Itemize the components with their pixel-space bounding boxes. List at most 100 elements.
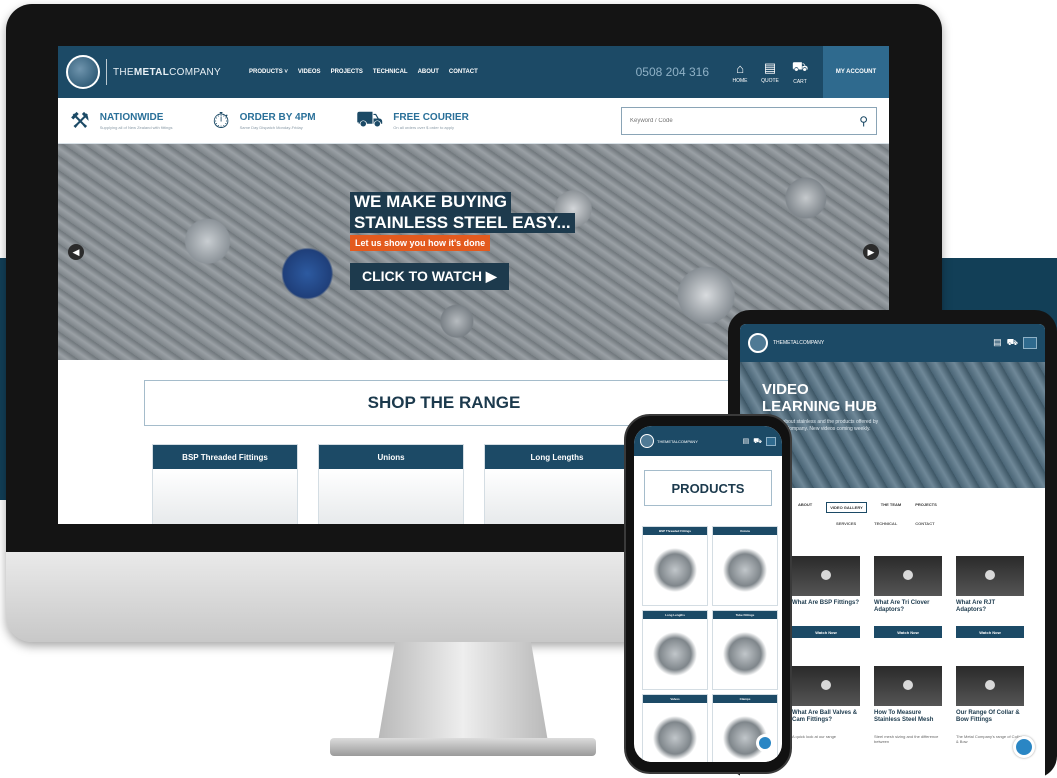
watch-now-button[interactable]: Watch Now	[956, 626, 1024, 638]
globe-logo-icon[interactable]	[640, 434, 654, 448]
tab-services[interactable]: SERVICES	[836, 521, 856, 526]
products-heading: PRODUCTS	[644, 470, 772, 506]
video-thumbnail[interactable]	[792, 666, 860, 706]
cart-icon: ⛟	[791, 59, 809, 74]
video-card[interactable]: What Are Tri Clover Adaptors? Watch Now	[874, 556, 942, 638]
products-title: PRODUCTS	[671, 480, 745, 496]
video-thumbnail[interactable]	[874, 666, 942, 706]
watch-now-button[interactable]: Watch Now	[792, 626, 860, 638]
info-subtitle: Supplying all of New Zealand with fittin…	[99, 124, 173, 130]
tab-contact[interactable]: CONTACT	[915, 521, 934, 526]
wrench-icon: ⚒	[70, 107, 90, 133]
search-input[interactable]	[630, 117, 860, 124]
product-image	[643, 703, 707, 762]
video-card[interactable]: What Are RJT Adaptors? Watch Now	[956, 556, 1024, 638]
video-card[interactable]: How To Measure Stainless Steel Mesh Stee…	[874, 666, 942, 744]
tab-video-gallery[interactable]: VIDEO GALLERY	[826, 502, 867, 513]
product-image	[643, 535, 707, 605]
logo-divider	[106, 59, 107, 85]
quote-icon[interactable]: ▤	[743, 437, 750, 446]
video-description: A quick look at our range	[792, 734, 837, 739]
hamburger-menu-icon[interactable]	[766, 436, 776, 446]
tablet-nav: THEMETALCOMPANY ▤ ⛟	[740, 324, 1045, 362]
category-card[interactable]: Long Lengths	[484, 444, 630, 524]
info-nationwide: ⚒ NATIONWIDE Supplying all of New Zealand…	[70, 108, 172, 134]
globe-logo-icon[interactable]	[748, 333, 768, 353]
video-card[interactable]: What Are BSP Fittings? Watch Now	[792, 556, 860, 638]
tab-about[interactable]: ABOUT	[798, 502, 812, 513]
quote-button[interactable]: ▤ QUOTE	[759, 55, 781, 89]
shop-title: SHOP THE RANGE	[367, 393, 521, 412]
category-card[interactable]: Unions	[318, 444, 464, 524]
product-card[interactable]: Clamps	[712, 694, 778, 762]
watch-now-button[interactable]: Watch Now	[874, 626, 942, 638]
info-title: FREE COURIER	[393, 111, 469, 123]
phone-number[interactable]: 0508 204 316	[636, 65, 709, 79]
product-card[interactable]: Tube Fittings	[712, 610, 778, 690]
menu-about[interactable]: ABOUT	[418, 69, 439, 75]
home-button[interactable]: ⌂ HOME	[729, 55, 751, 89]
video-thumbnail[interactable]	[956, 556, 1024, 596]
search-icon[interactable]: ⚲	[859, 114, 868, 128]
globe-logo-icon[interactable]	[66, 55, 100, 89]
product-image	[713, 703, 777, 762]
product-image	[713, 619, 777, 689]
tab-technical[interactable]: TECHNICAL	[874, 521, 897, 526]
menu-projects[interactable]: PROJECTS	[331, 69, 363, 75]
cart-icon[interactable]: ⛟	[1007, 337, 1018, 349]
tablet-logo[interactable]: THEMETALCOMPANY	[773, 340, 824, 346]
phone-screen: THEMETALCOMPANY ▤ ⛟ PRODUCTS BSP Threade…	[634, 426, 782, 762]
product-title: Long Lengths	[643, 611, 707, 619]
play-icon	[903, 680, 913, 690]
video-card[interactable]: What Are Ball Valves & Cam Fittings? A q…	[792, 666, 860, 739]
home-label: HOME	[732, 77, 748, 84]
product-title: Valves	[643, 695, 707, 703]
tab-projects[interactable]: PROJECTS	[915, 502, 937, 513]
product-card[interactable]: Long Lengths	[642, 610, 708, 690]
info-subtitle: Same Day Dispatch Monday-Friday	[239, 124, 303, 130]
video-thumbnail[interactable]	[792, 556, 860, 596]
info-free-courier: ⛟ FREE COURIER On all orders over $ order…	[356, 106, 469, 135]
category-image	[153, 469, 297, 524]
hero-next-arrow-icon[interactable]: ▶	[863, 244, 879, 260]
category-image	[485, 469, 629, 524]
menu-videos[interactable]: VIDEOS	[298, 69, 321, 75]
video-title: What Are RJT Adaptors?	[956, 600, 996, 614]
video-thumbnail[interactable]	[956, 666, 1024, 706]
cart-icon[interactable]: ⛟	[753, 437, 762, 446]
quote-icon[interactable]: ▤	[993, 337, 1002, 349]
video-title: Our Range Of Collar & Bow Fittings	[956, 710, 1020, 724]
menu-technical[interactable]: TECHNICAL	[373, 69, 408, 75]
product-card[interactable]: Valves	[642, 694, 708, 762]
category-card[interactable]: BSP Threaded Fittings	[152, 444, 298, 524]
menu-contact[interactable]: CONTACT	[449, 69, 478, 75]
play-icon	[985, 680, 995, 690]
product-title: BSP Threaded Fittings	[643, 527, 707, 535]
phone-nav-icons: ▤ ⛟	[743, 436, 776, 446]
site-logo[interactable]: THEMETALCOMPANY	[113, 67, 221, 78]
my-account-button[interactable]: MY ACCOUNT	[823, 46, 889, 98]
play-icon	[821, 570, 831, 580]
chat-bubble-icon[interactable]	[756, 734, 774, 752]
product-title: Clamps	[713, 695, 777, 703]
video-title: How To Measure Stainless Steel Mesh	[874, 710, 934, 724]
phone-nav: THEMETALCOMPANY ▤ ⛟	[634, 426, 782, 456]
product-title: Unions	[713, 527, 777, 535]
menu-products[interactable]: PRODUCTS ˅	[249, 69, 288, 75]
tab-the-team[interactable]: THE TEAM	[881, 502, 901, 513]
phone-logo[interactable]: THEMETALCOMPANY	[657, 439, 698, 444]
tablet-nav-icons: ▤ ⛟	[993, 337, 1037, 349]
product-image	[643, 619, 707, 689]
click-to-watch-button[interactable]: CLICK TO WATCH ▶	[350, 263, 509, 291]
video-card[interactable]: Our Range Of Collar & Bow Fittings The M…	[956, 666, 1024, 744]
video-thumbnail[interactable]	[874, 556, 942, 596]
hero-text: WE MAKE BUYING STAINLESS STEEL EASY... L…	[350, 192, 575, 291]
main-menu: PRODUCTS ˅ VIDEOS PROJECTS TECHNICAL ABO…	[249, 69, 478, 75]
cart-button[interactable]: ⛟ CART	[789, 55, 811, 89]
product-card[interactable]: Unions	[712, 526, 778, 606]
product-card[interactable]: BSP Threaded Fittings	[642, 526, 708, 606]
hamburger-menu-icon[interactable]	[1023, 337, 1037, 349]
chat-bubble-icon[interactable]	[1013, 736, 1035, 758]
play-icon	[821, 680, 831, 690]
hero-prev-arrow-icon[interactable]: ◀	[68, 244, 84, 260]
